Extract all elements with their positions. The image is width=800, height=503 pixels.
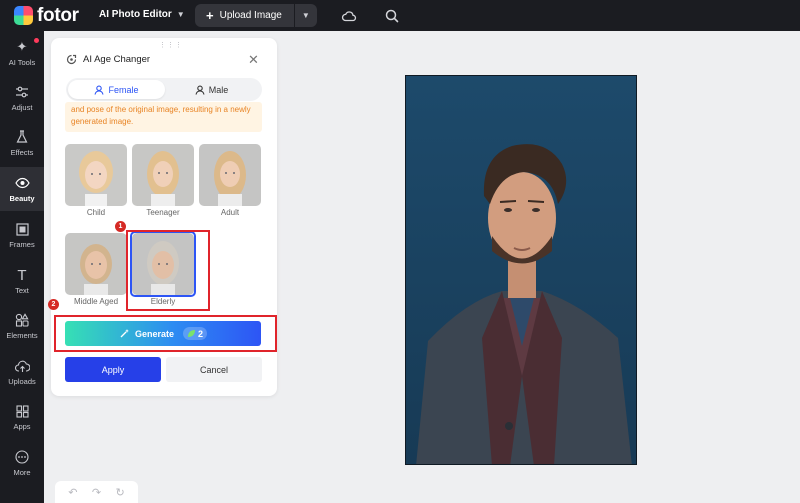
shapes-icon [14, 312, 30, 328]
child-portrait-image [65, 144, 127, 206]
upload-image-label: Upload Image [219, 10, 282, 21]
panel-header: AI Age Changer [66, 54, 150, 65]
undo-icon[interactable]: ↶ [68, 486, 77, 499]
chevron-down-icon: ▼ [176, 10, 185, 19]
info-notice: and pose of the original image, resultin… [65, 102, 262, 132]
age-option-label: Middle Aged [73, 297, 119, 306]
rail-item-more[interactable]: More [0, 441, 44, 485]
age-option-middle-aged[interactable] [65, 233, 127, 295]
age-option-label: Teenager [146, 208, 180, 217]
age-option-label: Child [86, 208, 106, 217]
drag-handle-icon[interactable]: ⋮⋮⋮ [159, 41, 183, 49]
upload-image-button[interactable]: + Upload Image ▼ [195, 4, 317, 27]
teenager-portrait-image [132, 144, 194, 206]
logo-mark-icon [14, 6, 33, 25]
rail-item-adjust[interactable]: Adjust [0, 76, 44, 120]
age-option-label: Adult [220, 208, 240, 217]
rail-item-label: Apps [13, 422, 31, 431]
plus-icon: + [206, 8, 214, 23]
annotation-box-generate [54, 315, 277, 352]
fotor-logo[interactable]: fotor [14, 6, 79, 25]
rail-item-label: Effects [10, 148, 34, 157]
upload-dropdown-chevron-icon[interactable]: ▼ [302, 11, 310, 20]
rail-item-apps[interactable]: Apps [0, 395, 44, 439]
tab-female-label: Female [108, 84, 139, 95]
annotation-box-elderly [126, 230, 210, 311]
panel-title: AI Age Changer [83, 54, 151, 65]
divider [293, 4, 295, 27]
close-icon[interactable]: ✕ [248, 53, 259, 66]
age-option-teenager[interactable] [132, 144, 194, 206]
magic-wand-icon: ✦ [16, 39, 28, 54]
frame-icon [14, 221, 30, 237]
rail-item-label: AI Tools [8, 58, 36, 67]
age-changer-icon [66, 54, 77, 65]
gender-toggle: Female Male [66, 78, 262, 101]
tab-female[interactable]: Female [68, 80, 165, 99]
annotation-badge-2: 2 [48, 299, 59, 310]
history-toolbar: ↶ ↷ ↻ [55, 481, 138, 503]
rail-item-uploads[interactable]: Uploads [0, 350, 44, 394]
editor-menu-label: AI Photo Editor [99, 9, 172, 20]
apply-button[interactable]: Apply [65, 357, 161, 382]
adult-portrait-image [199, 144, 261, 206]
rail-item-label: More [13, 468, 31, 477]
redo-icon[interactable]: ↷ [92, 486, 101, 499]
age-option-child[interactable] [65, 144, 127, 206]
left-toolbar: ✦ AI Tools Adjust Effects Beauty Frames … [0, 31, 44, 503]
flask-icon [14, 129, 30, 145]
rail-item-label: Text [15, 286, 29, 295]
rail-item-text[interactable]: T Text [0, 259, 44, 303]
more-icon [14, 449, 30, 465]
text-icon: T [17, 266, 27, 284]
cancel-button[interactable]: Cancel [166, 357, 262, 382]
female-person-icon [94, 85, 105, 95]
sliders-icon [14, 84, 30, 100]
search-icon[interactable] [384, 8, 400, 24]
editor-menu[interactable]: AI Photo Editor ▼ [99, 9, 185, 20]
reset-icon[interactable]: ↻ [116, 486, 125, 499]
eye-icon [14, 175, 30, 191]
male-person-icon [195, 85, 205, 95]
cloud-upload-icon [14, 358, 30, 374]
rail-item-label: Beauty [9, 194, 35, 203]
tab-male-label: Male [208, 84, 229, 95]
rail-item-effects[interactable]: Effects [0, 121, 44, 165]
apps-icon [14, 403, 30, 419]
cloud-icon[interactable] [341, 8, 357, 24]
rail-item-frames[interactable]: Frames [0, 213, 44, 257]
middle-aged-portrait-image [65, 233, 127, 295]
rail-item-beauty[interactable]: Beauty [0, 167, 44, 211]
tab-male[interactable]: Male [163, 80, 260, 99]
notification-dot [34, 38, 39, 43]
annotation-badge-1: 1 [115, 221, 126, 232]
rail-item-label: Adjust [11, 103, 33, 112]
logo-text: fotor [37, 5, 79, 26]
rail-item-label: Frames [9, 240, 35, 249]
top-bar: fotor AI Photo Editor ▼ + Upload Image ▼ [0, 0, 800, 31]
rail-item-label: Elements [6, 331, 38, 340]
canvas-photo[interactable] [405, 75, 637, 465]
age-option-adult[interactable] [199, 144, 261, 206]
portrait-photo-image [406, 76, 636, 464]
rail-item-label: Uploads [8, 377, 36, 386]
rail-item-elements[interactable]: Elements [0, 304, 44, 348]
